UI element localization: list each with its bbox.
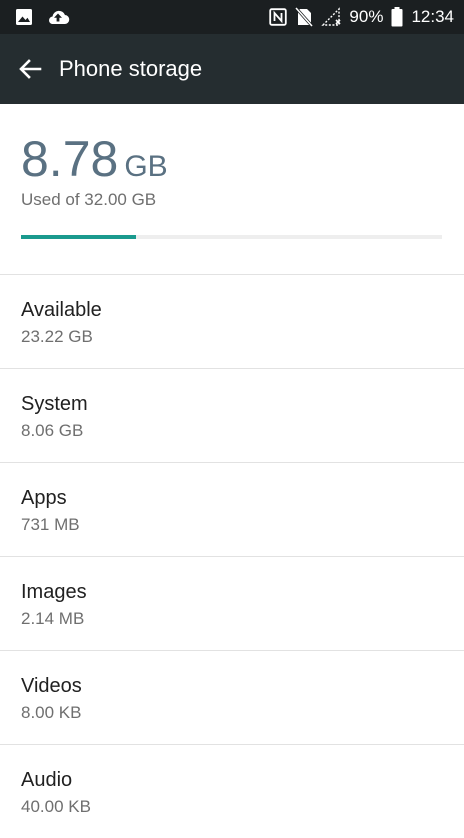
used-of-total: Used of 32.00 GB (21, 190, 157, 209)
list-item-label: Available (21, 299, 102, 321)
list-item-value: 731 MB (21, 515, 80, 534)
storage-list: Available 23.22 GB System 8.06 GB Apps 7… (0, 274, 464, 838)
list-item-value: 8.06 GB (21, 421, 84, 440)
list-item-value: 40.00 KB (21, 797, 91, 816)
list-item-system[interactable]: System 8.06 GB (0, 368, 464, 462)
image-icon (14, 7, 34, 27)
list-item-value: 2.14 MB (21, 609, 85, 628)
list-item-apps[interactable]: Apps 731 MB (0, 462, 464, 556)
cloud-upload-icon (46, 7, 70, 27)
status-time: 12:34 (411, 7, 454, 26)
page-title: Phone storage (59, 56, 203, 81)
used-value: 8.78 (21, 131, 119, 187)
storage-progress-fill (21, 235, 137, 239)
storage-summary: 8.78 GB Used of 32.00 GB (0, 104, 464, 274)
list-item-value: 8.00 KB (21, 703, 82, 722)
app-bar: Phone storage (0, 34, 464, 104)
arrow-back-icon[interactable] (16, 55, 44, 83)
status-bar: 90% 12:34 (0, 0, 464, 34)
used-unit: GB (124, 150, 168, 183)
battery-icon (391, 7, 403, 27)
list-item-label: Audio (21, 769, 73, 791)
status-right-group: 90% 12:34 (269, 0, 454, 34)
battery-percent: 90% (349, 7, 384, 26)
list-item-images[interactable]: Images 2.14 MB (0, 556, 464, 650)
list-item-available[interactable]: Available 23.22 GB (0, 274, 464, 368)
list-item-label: Images (21, 581, 87, 603)
list-item-audio[interactable]: Audio 40.00 KB (0, 744, 464, 838)
list-item-label: System (21, 393, 88, 415)
no-sim-icon (295, 7, 314, 27)
nfc-icon (269, 8, 288, 26)
list-item-label: Videos (21, 675, 82, 697)
list-item-value: 23.22 GB (21, 327, 93, 346)
used-amount: 8.78 GB (21, 131, 168, 187)
status-left-icons (14, 7, 70, 27)
signal-icon (321, 7, 341, 27)
storage-progress-bar (21, 235, 442, 239)
list-item-label: Apps (21, 487, 67, 509)
list-item-videos[interactable]: Videos 8.00 KB (0, 650, 464, 744)
